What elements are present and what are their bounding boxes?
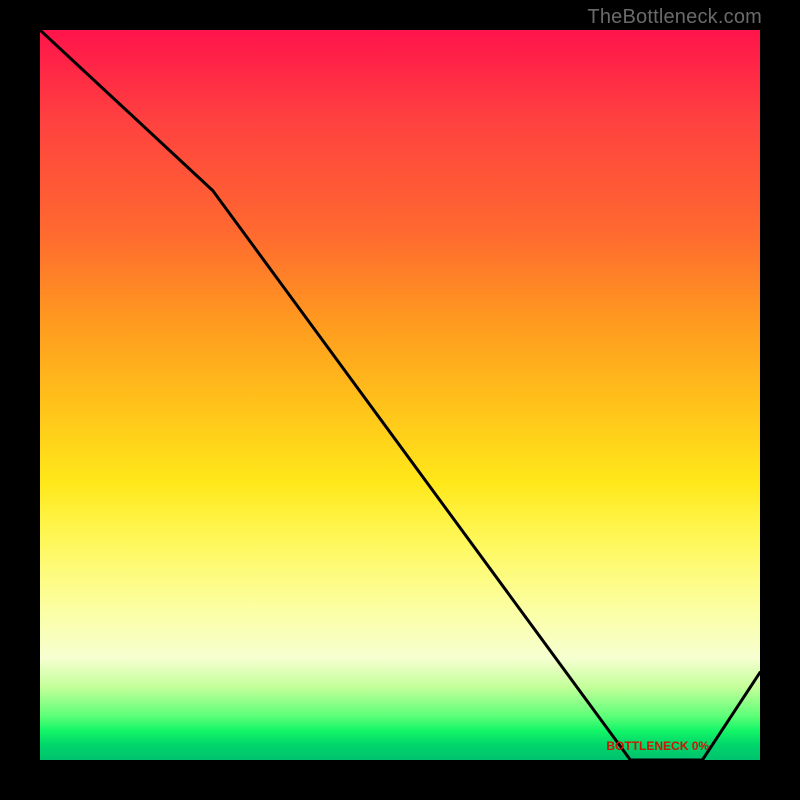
chart-canvas: BOTTLENECK 0% TheBottleneck.com (0, 0, 800, 800)
watermark-text: TheBottleneck.com (587, 6, 762, 29)
plot-area: BOTTLENECK 0% (40, 30, 760, 760)
bottleneck-curve (40, 30, 760, 760)
bottleneck-line-chart (40, 30, 760, 760)
bottleneck-zero-label: BOTTLENECK 0% (606, 739, 709, 753)
